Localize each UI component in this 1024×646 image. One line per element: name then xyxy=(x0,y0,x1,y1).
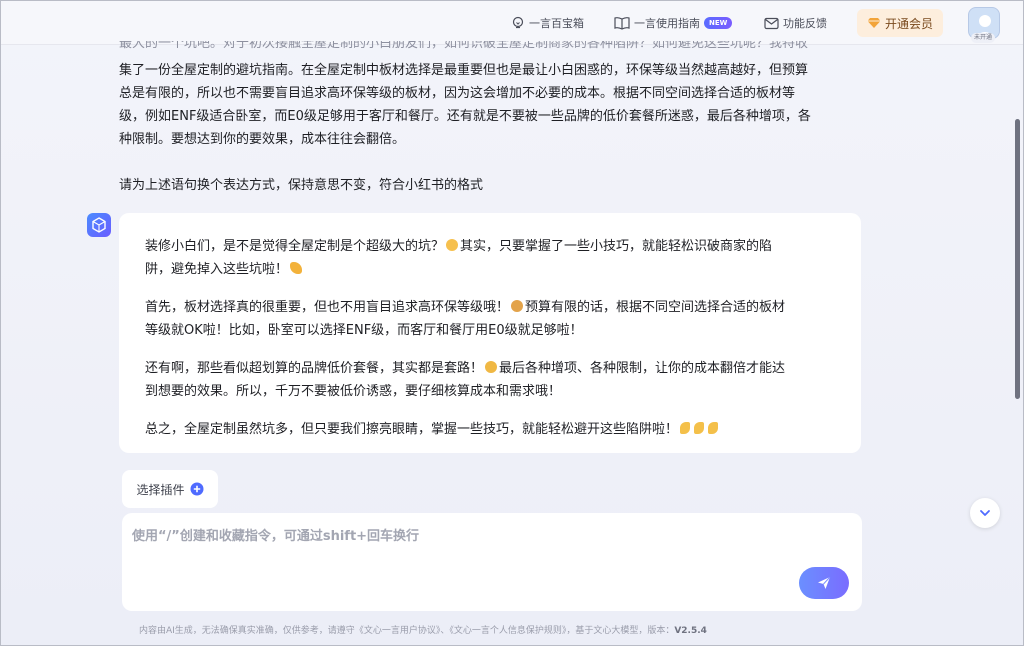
user-message-line: 总是有限的，所以也不需要盲目追求高环保等级的板材，因为这会增加不必要的成本。根据… xyxy=(119,86,796,101)
vip-label: 开通会员 xyxy=(884,16,933,31)
clap-emoji-icon xyxy=(708,422,719,434)
flexed-arm-emoji-icon xyxy=(290,262,303,274)
header-toolbox-link[interactable]: 一言百宝箱 xyxy=(511,12,584,34)
sad-face-emoji-icon xyxy=(485,361,498,373)
bot-avatar xyxy=(87,213,111,237)
user-message-line: 级，例如ENF级适合卧室，而E0级足够用于客厅和餐厅。还有就是不要被一些品牌的低… xyxy=(119,109,811,124)
bot-text: 总之，全屋定制虽然坑多，但只要我们擦亮眼睛，掌握一些技巧，就能轻松避开这些陷阱啦… xyxy=(145,422,679,437)
vip-button[interactable]: 开通会员 xyxy=(857,9,943,37)
bot-text: 首先，板材选择真的很重要，但也不用盲目追求高环保等级哦！ xyxy=(145,300,510,315)
bot-paragraph: 还有啊，那些看似超划算的品牌低价套餐，其实都是套路！ 最后各种增项、各种限制，让你… xyxy=(145,357,835,403)
bot-text: 预算有限的话，根据不同空间选择合适的板材 xyxy=(525,300,786,315)
bot-text: 阱，避免掉入这些坑啦！ xyxy=(145,262,289,277)
footer-text: 内容由AI生成，无法确保真实准确，仅供参考，请遵守《文心一言用户协议》、《文心一… xyxy=(139,626,675,636)
money-bag-emoji-icon xyxy=(511,300,524,312)
send-button[interactable] xyxy=(799,567,849,599)
new-badge: NEW xyxy=(704,17,733,29)
cube-logo-icon xyxy=(92,217,106,233)
user-message-line: 最大的一个坑吧。对于初次接触全屋定制的小白朋友们，如何识破全屋定制商家的各种陷阱… xyxy=(119,41,809,51)
user-message-line: 集了一份全屋定制的避坑指南。在全屋定制中板材选择是最重要但也是最让小白困惑的，环… xyxy=(119,63,809,78)
message-input-box xyxy=(122,513,862,611)
header-guide-link[interactable]: 一言使用指南 NEW xyxy=(614,12,733,34)
diamond-icon xyxy=(867,18,881,28)
book-icon xyxy=(614,17,630,30)
plus-circle-icon xyxy=(190,482,203,496)
scrollbar-thumb[interactable] xyxy=(1015,119,1020,399)
bot-paragraph: 装修小白们，是不是觉得全屋定制是个超级大的坑？ 其实，只要掌握了一些小技巧，就能轻… xyxy=(145,235,835,281)
header-feedback-link[interactable]: 功能反馈 xyxy=(764,12,827,34)
app-window: 一言百宝箱 一言使用指南 NEW 功能反馈 开通会员 未开通 最大的一个坑吧。对… xyxy=(0,0,1024,646)
bot-text: 装修小白们，是不是觉得全屋定制是个超级大的坑？ xyxy=(145,239,445,254)
bot-text: 到想要的效果。所以，千万不要被低价诱惑，要仔细核算成本和需求哦！ xyxy=(145,384,562,399)
bot-text: 等级就OK啦！比如，卧室可以选择ENF级，而客厅和餐厅用E0级就足够啦！ xyxy=(145,323,583,338)
lightbulb-icon xyxy=(512,16,524,29)
avatar-status-tag: 未开通 xyxy=(971,33,996,43)
message-input[interactable] xyxy=(132,525,792,595)
footer-version: V2.5.4 xyxy=(674,626,707,636)
top-header: 一言百宝箱 一言使用指南 NEW 功能反馈 开通会员 未开通 xyxy=(1,1,1023,45)
user-message: 最大的一个坑吧。对于初次接触全屋定制的小白朋友们，如何识破全屋定制商家的各种陷阱… xyxy=(119,41,861,197)
bot-text: 还有啊，那些看似超划算的品牌低价套餐，其实都是套路！ xyxy=(145,361,484,376)
scroll-to-bottom-button[interactable] xyxy=(970,498,1000,528)
clap-emoji-icon xyxy=(680,422,691,434)
bot-response-card: 装修小白们，是不是觉得全屋定制是个超级大的坑？ 其实，只要掌握了一些小技巧，就能轻… xyxy=(119,213,861,453)
bot-paragraph: 总之，全屋定制虽然坑多，但只要我们擦亮眼睛，掌握一些技巧，就能轻松避开这些陷阱啦… xyxy=(145,418,835,441)
chevron-down-icon xyxy=(980,510,990,516)
select-plugin-button[interactable]: 选择插件 xyxy=(122,470,218,508)
header-feedback-label: 功能反馈 xyxy=(783,17,827,30)
select-plugin-label: 选择插件 xyxy=(136,482,185,497)
user-request: 请为上述语句换个表达方式，保持意思不变，符合小红书的格式 xyxy=(119,178,484,193)
thinking-emoji-icon xyxy=(446,239,459,251)
bot-text: 其实，只要掌握了一些小技巧，就能轻松识破商家的陷 xyxy=(460,239,773,254)
send-icon xyxy=(818,576,831,589)
user-message-line: 种限制。要想达到你的要效果，成本往往会翻倍。 xyxy=(119,132,406,147)
footer-disclaimer: 内容由AI生成，无法确保真实准确，仅供参考，请遵守《文心一言用户协议》、《文心一… xyxy=(139,623,859,636)
bot-text: 最后各种增项、各种限制，让你的成本翻倍才能达 xyxy=(499,361,786,376)
clap-emoji-icon xyxy=(694,422,705,434)
mail-icon xyxy=(764,17,779,29)
bot-paragraph: 首先，板材选择真的很重要，但也不用盲目追求高环保等级哦！ 预算有限的话，根据不同空… xyxy=(145,296,835,342)
header-toolbox-label: 一言百宝箱 xyxy=(529,17,584,30)
header-guide-label: 一言使用指南 xyxy=(634,17,700,30)
